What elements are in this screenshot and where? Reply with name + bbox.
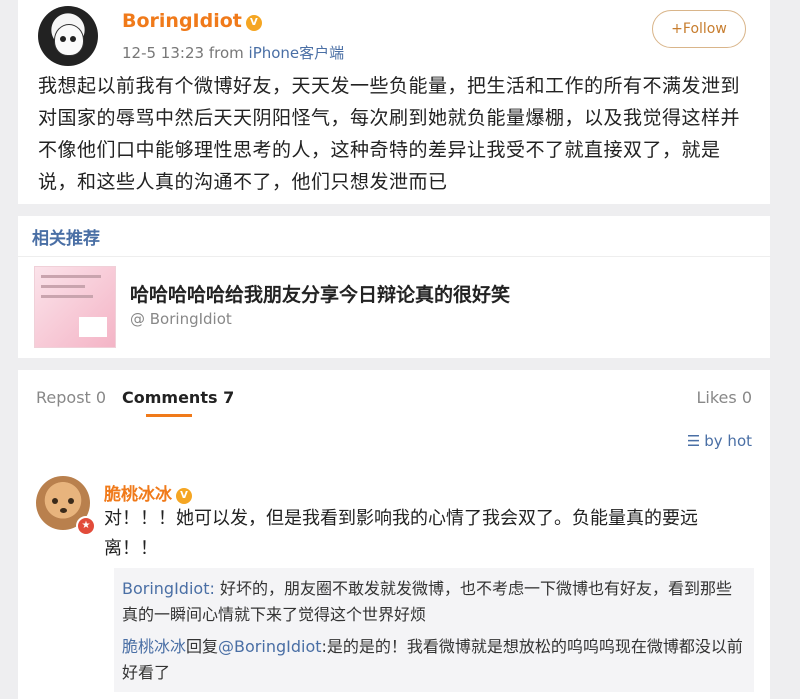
related-author[interactable]: @ BoringIdiot bbox=[130, 310, 232, 328]
tab-comments[interactable]: Comments 7 bbox=[122, 388, 234, 407]
tab-repost[interactable]: Repost 0 bbox=[36, 388, 106, 407]
reply-author[interactable]: 脆桃冰冰 bbox=[122, 637, 186, 656]
related-title: 相关推荐 bbox=[32, 229, 100, 249]
sort-label: by hot bbox=[704, 432, 752, 450]
reply-item[interactable]: 脆桃冰冰回复@BoringIdiot:是的是的！我看微博就是想放松的呜呜呜现在微… bbox=[122, 634, 746, 686]
avatar-eye bbox=[68, 498, 74, 504]
thumb-line bbox=[41, 295, 93, 298]
post-body: 我想起以前我有个微博好友，天天发一些负能量，把生活和工作的所有不满发泄到对国家的… bbox=[38, 75, 741, 193]
tab-likes[interactable]: Likes 0 bbox=[697, 388, 753, 407]
vip-badge-icon: V bbox=[245, 15, 262, 31]
thumb-line bbox=[41, 275, 101, 278]
commenter-name-text[interactable]: 脆桃冰冰 bbox=[104, 485, 172, 505]
avatar-nose bbox=[60, 508, 67, 513]
sort-icon: ☰ bbox=[686, 432, 701, 450]
reply-keyword: 回复 bbox=[186, 637, 219, 656]
comments-card: Repost 0 Comments 7 Likes 0 ☰ by hot ★ 脆桃… bbox=[18, 370, 770, 699]
follow-button[interactable]: +Follow bbox=[652, 10, 746, 48]
username-text[interactable]: BoringIdiot bbox=[122, 10, 242, 32]
post-timestamp: 12-5 13:23 bbox=[122, 44, 205, 62]
avatar-eye bbox=[52, 498, 58, 504]
vip-badge-icon: V bbox=[176, 488, 192, 504]
active-tab-indicator bbox=[146, 414, 192, 417]
post-source[interactable]: iPhone客户端 bbox=[249, 44, 345, 62]
post-meta: 12-5 13:23 from iPhone客户端 bbox=[122, 42, 344, 63]
related-card: 相关推荐 哈哈哈哈哈给我朋友分享今日辩论真的很好笑 @ BoringIdiot bbox=[18, 216, 770, 358]
verified-badge-icon: ★ bbox=[76, 516, 96, 536]
related-headline[interactable]: 哈哈哈哈哈给我朋友分享今日辩论真的很好笑 bbox=[130, 280, 510, 307]
thumb-line bbox=[41, 285, 85, 288]
source-prefix: from bbox=[208, 44, 244, 62]
replies-box[interactable]: BoringIdiot: 好坏的，朋友圈不敢发就发微博，也不考虑一下微博也有好友… bbox=[114, 568, 754, 692]
user-avatar[interactable] bbox=[38, 6, 98, 66]
reply-mention[interactable]: @BoringIdiot bbox=[218, 637, 321, 656]
divider bbox=[18, 256, 770, 257]
reply-item[interactable]: BoringIdiot: 好坏的，朋友圈不敢发就发微博，也不考虑一下微博也有好友… bbox=[122, 576, 746, 628]
reply-author[interactable]: BoringIdiot: bbox=[122, 579, 215, 598]
related-thumbnail[interactable] bbox=[34, 266, 116, 348]
thumb-box bbox=[79, 317, 107, 337]
avatar-face bbox=[54, 24, 84, 56]
commenter-name[interactable]: 脆桃冰冰 V bbox=[104, 480, 192, 505]
comment-text: 对！！！她可以发，但是我看到影响我的心情了我会双了。负能量真的要远离！！ bbox=[104, 508, 698, 559]
post-username[interactable]: BoringIdiot V bbox=[122, 10, 262, 32]
sort-button[interactable]: ☰ by hot bbox=[687, 432, 752, 450]
avatar-eye bbox=[60, 36, 66, 42]
avatar-eye bbox=[70, 36, 76, 42]
post-card: BoringIdiot V 12-5 13:23 from iPhone客户端 +… bbox=[18, 0, 770, 204]
